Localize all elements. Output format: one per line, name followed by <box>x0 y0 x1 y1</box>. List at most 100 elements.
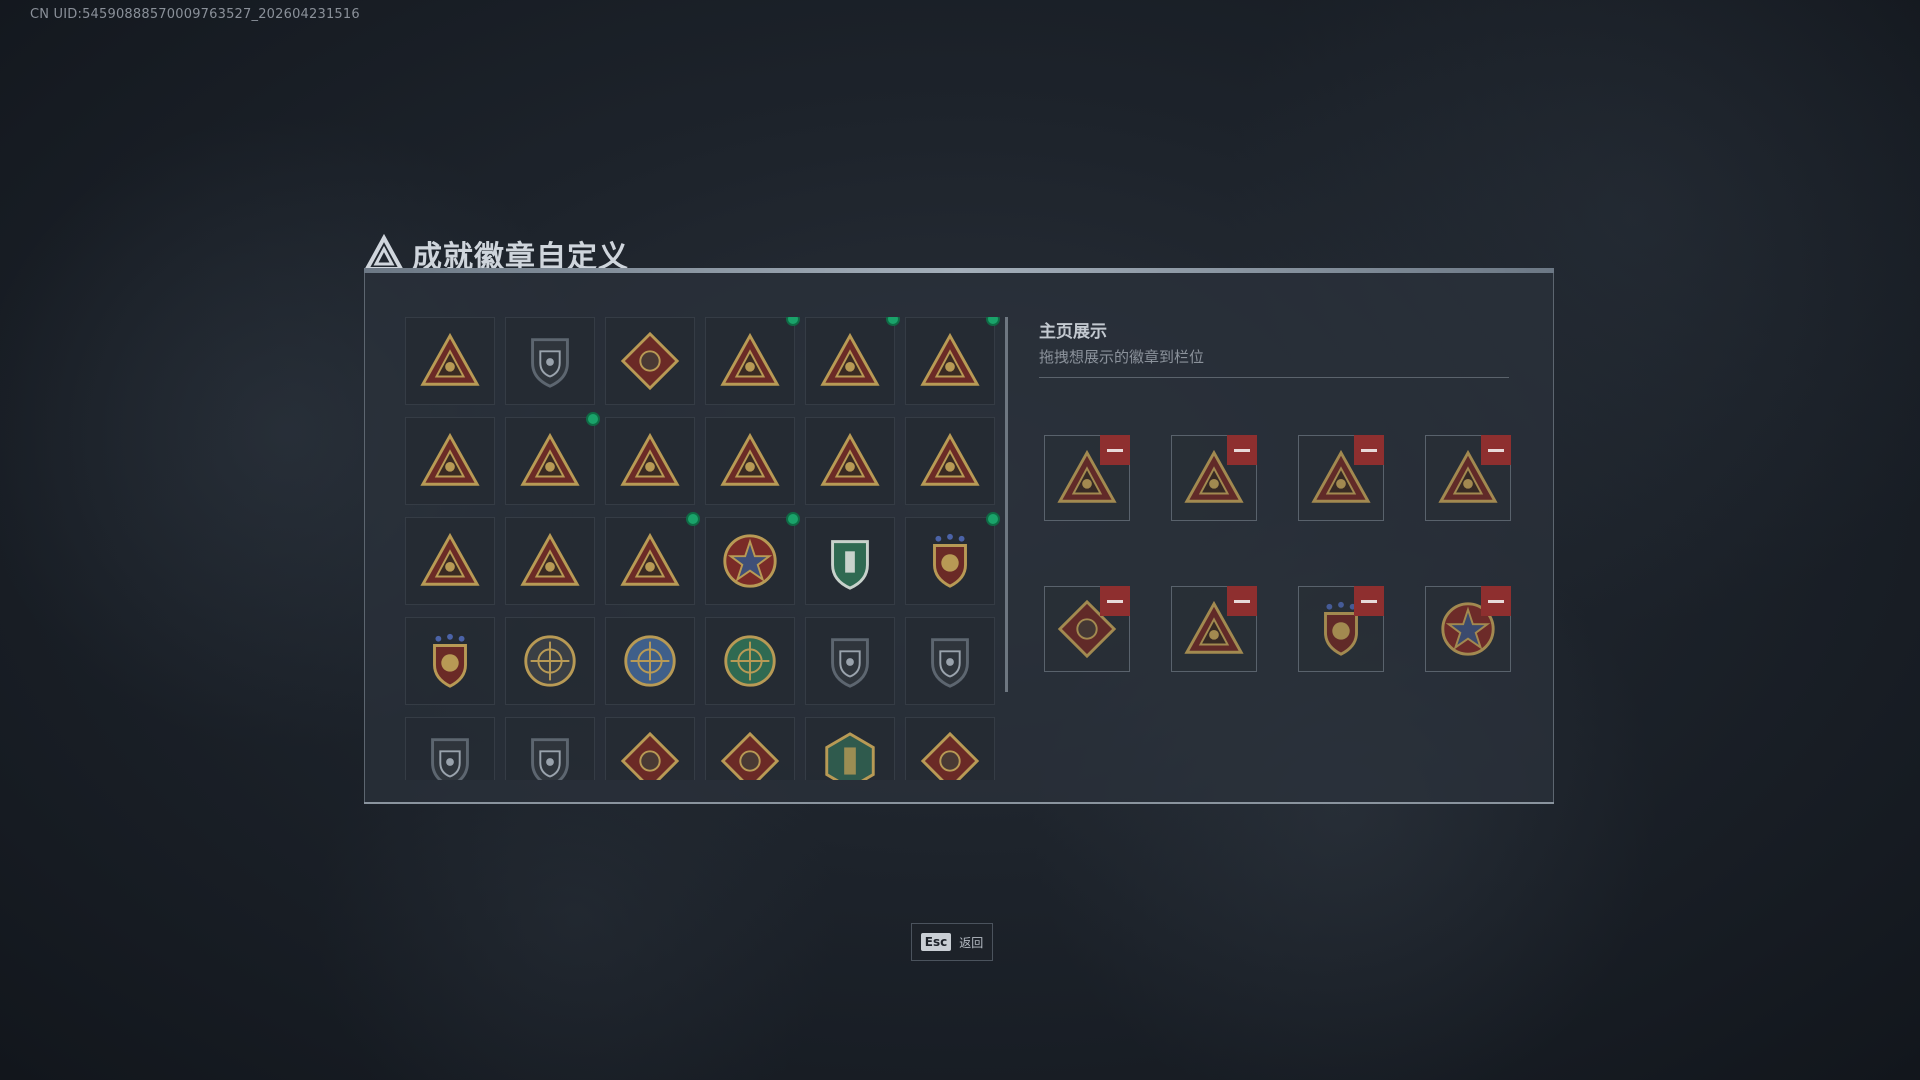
badge-item[interactable] <box>505 517 595 605</box>
knife-hexagon-badge-icon <box>825 732 875 780</box>
rocket-triangle-badge-icon <box>620 532 680 586</box>
remove-badge-button[interactable] <box>1227 586 1257 616</box>
showcase-slot[interactable] <box>1425 586 1511 672</box>
badge-item[interactable] <box>505 317 595 405</box>
new-indicator-dot <box>786 512 800 526</box>
minus-icon <box>1234 599 1250 603</box>
wolf-red-diamond-badge-icon <box>720 731 780 780</box>
badge-item[interactable] <box>605 417 695 505</box>
badge-item[interactable] <box>805 317 900 405</box>
badge-list[interactable] <box>405 317 1005 780</box>
badge-item[interactable] <box>605 717 695 780</box>
showcase-slot[interactable] <box>1171 435 1257 521</box>
badge-item[interactable] <box>505 717 595 780</box>
badge-item[interactable] <box>805 717 895 780</box>
badge-item[interactable] <box>605 617 695 705</box>
badge-item[interactable] <box>605 317 695 405</box>
badge-item[interactable] <box>505 412 600 505</box>
badge-item[interactable] <box>405 317 495 405</box>
sniper-scope-shield-badge-icon <box>931 638 969 688</box>
helicopter-shield-badge-icon <box>531 338 569 388</box>
badge-customize-panel: 主页展示 拖拽想展示的徽章到栏位 <box>364 268 1554 804</box>
new-indicator-dot <box>986 317 1000 326</box>
pistol-shield-badge-icon <box>431 738 469 780</box>
badge-item[interactable] <box>705 617 795 705</box>
homepage-showcase: 主页展示 拖拽想展示的徽章到栏位 <box>1039 317 1511 672</box>
minus-icon <box>1488 448 1504 452</box>
showcase-slot[interactable] <box>1425 435 1511 521</box>
showcase-slot[interactable] <box>1044 435 1130 521</box>
ammo-56-triangle-badge-icon <box>420 432 480 486</box>
stars-shield-badge-icon <box>933 533 967 588</box>
badge-item[interactable] <box>805 617 895 705</box>
rifle-triangle-badge-icon <box>820 432 880 486</box>
canister-triangle-badge-icon <box>520 432 580 486</box>
crossed-rifles-shield-badge-icon <box>531 738 569 780</box>
remove-badge-button[interactable] <box>1481 586 1511 616</box>
showcase-title: 主页展示 <box>1039 322 1107 342</box>
showcase-slot[interactable] <box>1044 586 1130 672</box>
new-indicator-dot <box>686 512 700 526</box>
badge-item[interactable] <box>905 617 995 705</box>
remove-badge-button[interactable] <box>1354 435 1384 465</box>
remove-badge-button[interactable] <box>1354 586 1384 616</box>
badge-item[interactable] <box>905 417 995 505</box>
showcase-slot[interactable] <box>1298 586 1384 672</box>
green-crest-badge-icon <box>831 540 869 590</box>
diamond-shield-badge-icon <box>620 331 680 391</box>
badge-item[interactable] <box>705 317 800 405</box>
badge-item[interactable] <box>905 717 995 780</box>
number-one-triangle-badge-icon <box>920 432 980 486</box>
badge-item[interactable] <box>905 512 1000 605</box>
showcase-slots <box>1044 435 1511 672</box>
red-stars-shield-badge-icon <box>433 633 467 688</box>
back-button[interactable]: Esc 返回 <box>911 923 993 961</box>
showcase-divider <box>1039 377 1509 378</box>
rifle-scope-shield-badge-icon <box>831 638 869 688</box>
showcase-subtitle: 拖拽想展示的徽章到栏位 <box>1039 348 1205 366</box>
badge-item[interactable] <box>505 617 595 705</box>
new-indicator-dot <box>586 412 600 426</box>
remove-badge-button[interactable] <box>1100 586 1130 616</box>
badge-item[interactable] <box>905 317 1000 405</box>
badge-item[interactable] <box>705 512 800 605</box>
fortress-triangle-badge-icon <box>820 332 880 386</box>
uid-text: CN UID:5459088857000976352​7_20260423151… <box>30 7 360 22</box>
badge-item[interactable] <box>405 517 495 605</box>
scrollbar[interactable] <box>1005 317 1008 692</box>
panel-bottom-line <box>364 802 1554 804</box>
showcase-slot[interactable] <box>1298 435 1384 521</box>
badge-item[interactable] <box>805 517 895 605</box>
minus-icon <box>1488 599 1504 603</box>
remove-badge-button[interactable] <box>1227 435 1257 465</box>
minus-icon <box>1361 448 1377 452</box>
esc-key: Esc <box>920 933 952 951</box>
badge-item[interactable] <box>705 717 795 780</box>
badge-item[interactable] <box>605 512 700 605</box>
squad-triangle-badge-icon <box>520 532 580 586</box>
new-indicator-dot <box>786 317 800 326</box>
green-crosshair-badge-icon <box>724 635 776 687</box>
badge-grid <box>405 317 1005 780</box>
ammo-58-triangle-badge-icon <box>620 432 680 486</box>
remove-badge-button[interactable] <box>1481 435 1511 465</box>
showcase-slot[interactable] <box>1171 586 1257 672</box>
minus-icon <box>1107 599 1123 603</box>
badge-item[interactable] <box>705 417 795 505</box>
blue-crosshair-badge-icon <box>624 635 676 687</box>
panel-top-bar <box>364 268 1554 273</box>
shield-triangle-badge-icon <box>420 332 480 386</box>
vault-95-triangle-badge-icon <box>920 332 980 386</box>
skull-round-badge-icon <box>524 635 576 687</box>
minus-icon <box>1234 448 1250 452</box>
boat-triangle-badge-icon <box>720 432 780 486</box>
minus-icon <box>1361 599 1377 603</box>
badge-item[interactable] <box>405 417 495 505</box>
badge-item[interactable] <box>805 417 895 505</box>
new-indicator-dot <box>886 317 900 326</box>
badge-item[interactable] <box>405 617 495 705</box>
badge-item[interactable] <box>405 717 495 780</box>
back-label: 返回 <box>959 935 984 950</box>
remove-badge-button[interactable] <box>1100 435 1130 465</box>
new-indicator-dot <box>986 512 1000 526</box>
